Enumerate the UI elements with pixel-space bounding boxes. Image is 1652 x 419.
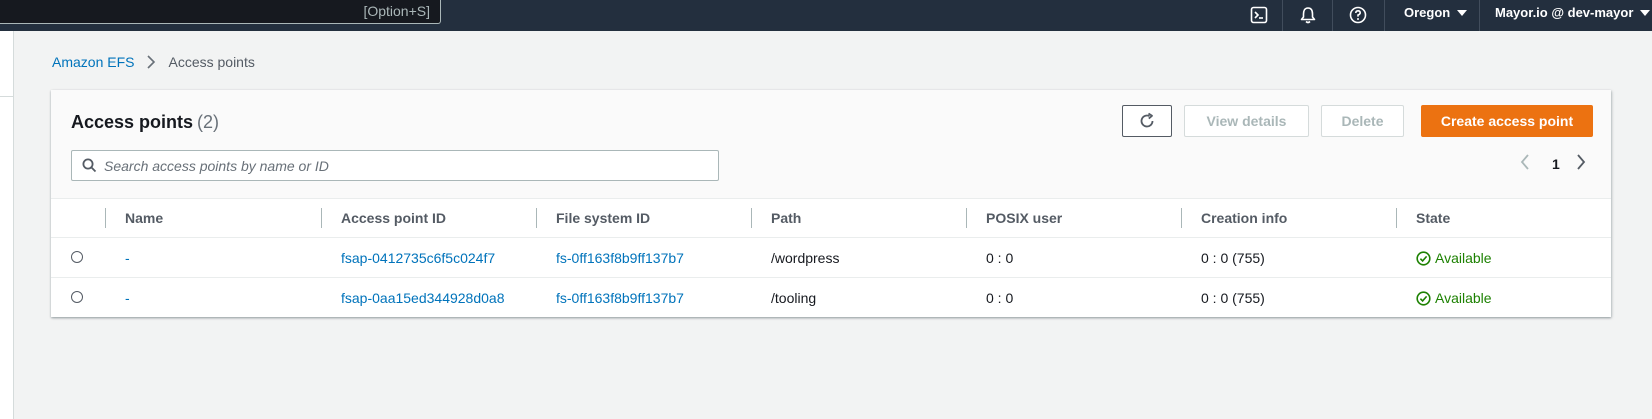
- row-select-radio[interactable]: [71, 251, 83, 263]
- name-cell[interactable]: -: [125, 238, 130, 278]
- chevron-right-icon: [146, 55, 156, 69]
- access-point-id-link[interactable]: fsap-0412735c6f5c024f7: [341, 238, 495, 278]
- refresh-icon: [1140, 112, 1154, 128]
- column-header-file-system-id[interactable]: File system ID: [556, 198, 650, 238]
- column-divider[interactable]: [1396, 208, 1397, 228]
- file-system-id-link[interactable]: fs-0ff163f8b9ff137b7: [556, 238, 684, 278]
- view-details-button[interactable]: View details: [1184, 105, 1309, 137]
- chevron-left-icon: [1520, 154, 1529, 170]
- file-system-id-link[interactable]: fs-0ff163f8b9ff137b7: [556, 278, 684, 318]
- top-navigation-bar: [Option+S] Oregon Mayor.io @ dev-mayor: [0, 0, 1652, 31]
- table-row[interactable]: - fsap-0aa15ed344928d0a8 fs-0ff163f8b9ff…: [51, 277, 1611, 318]
- refresh-button[interactable]: [1122, 105, 1172, 137]
- column-divider[interactable]: [966, 208, 967, 228]
- collapsed-side-navigation[interactable]: [0, 31, 14, 419]
- posix-user-cell: 0 : 0: [986, 290, 1014, 306]
- check-circle-icon: [1416, 290, 1431, 306]
- topbar-divider: [1282, 0, 1283, 31]
- access-points-table-panel: Access points (2) View details Delete Cre…: [51, 90, 1611, 317]
- bell-icon[interactable]: [1297, 4, 1319, 26]
- access-point-id-link[interactable]: fsap-0aa15ed344928d0a8: [341, 278, 505, 318]
- column-header-state[interactable]: State: [1416, 198, 1450, 238]
- breadcrumb-link-amazon-efs[interactable]: Amazon EFS: [52, 54, 134, 70]
- account-label: Mayor.io @ dev-mayor: [1495, 5, 1634, 20]
- creation-info-cell: 0 : 0 (755): [1201, 250, 1265, 266]
- state-label: Available: [1435, 290, 1492, 306]
- search-field[interactable]: [71, 150, 719, 181]
- path-cell: /wordpress: [771, 250, 840, 266]
- breadcrumb-current: Access points: [168, 54, 255, 70]
- check-circle-icon: [1416, 250, 1431, 266]
- delete-button[interactable]: Delete: [1321, 105, 1404, 137]
- row-select-radio[interactable]: [71, 291, 83, 303]
- state-label: Available: [1435, 250, 1492, 266]
- global-search-bar[interactable]: [Option+S]: [0, 0, 441, 24]
- panel-title: Access points (2): [71, 112, 219, 133]
- current-page-number[interactable]: 1: [1552, 156, 1560, 172]
- create-access-point-button[interactable]: Create access point: [1421, 105, 1593, 137]
- creation-info-cell: 0 : 0 (755): [1201, 290, 1265, 306]
- cloudshell-icon[interactable]: [1248, 4, 1270, 26]
- chevron-right-icon: [1577, 154, 1586, 170]
- column-divider[interactable]: [105, 208, 106, 228]
- topbar-divider: [1384, 0, 1385, 31]
- chevron-down-icon: [1457, 9, 1468, 16]
- topbar-divider: [1479, 0, 1480, 31]
- name-cell[interactable]: -: [125, 278, 130, 318]
- panel-header: Access points (2) View details Delete Cre…: [51, 90, 1611, 199]
- column-divider[interactable]: [536, 208, 537, 228]
- topbar-divider: [1332, 0, 1333, 31]
- search-input[interactable]: [104, 151, 704, 180]
- column-divider[interactable]: [321, 208, 322, 228]
- account-menu[interactable]: Mayor.io @ dev-mayor: [1495, 5, 1651, 20]
- table-row[interactable]: - fsap-0412735c6f5c024f7 fs-0ff163f8b9ff…: [51, 237, 1611, 278]
- panel-title-text: Access points: [71, 112, 194, 132]
- next-page-button[interactable]: [1576, 154, 1586, 170]
- region-selector[interactable]: Oregon: [1404, 5, 1468, 20]
- column-header-path[interactable]: Path: [771, 198, 801, 238]
- column-header-creation-info[interactable]: Creation info: [1201, 198, 1287, 238]
- rail-divider: [0, 96, 13, 97]
- column-divider[interactable]: [1181, 208, 1182, 228]
- status-badge: Available: [1416, 238, 1492, 278]
- posix-user-cell: 0 : 0: [986, 250, 1014, 266]
- search-icon: [82, 158, 97, 178]
- status-badge: Available: [1416, 278, 1492, 318]
- path-cell: /tooling: [771, 290, 817, 306]
- column-header-access-point-id[interactable]: Access point ID: [341, 198, 446, 238]
- chevron-down-icon: [1640, 9, 1651, 16]
- column-header-posix-user[interactable]: POSIX user: [986, 198, 1062, 238]
- panel-count: (2): [197, 112, 220, 132]
- help-icon[interactable]: [1347, 4, 1369, 26]
- column-divider[interactable]: [751, 208, 752, 228]
- breadcrumb: Amazon EFS Access points: [52, 54, 255, 70]
- previous-page-button[interactable]: [1520, 154, 1530, 170]
- search-shortcut-hint: [Option+S]: [363, 3, 430, 19]
- column-header-name[interactable]: Name: [125, 198, 163, 238]
- region-label: Oregon: [1404, 5, 1451, 20]
